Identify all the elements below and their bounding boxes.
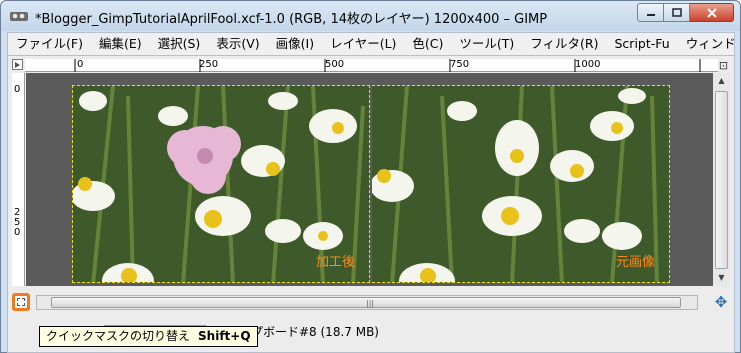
gimp-image-window: *Blogger_GimpTutorialAprilFool.xcf-1.0 (… <box>0 0 741 353</box>
edited-caption: 加工後 <box>315 255 355 270</box>
minimize-icon <box>646 13 655 16</box>
menu-script-fu[interactable]: Script-Fu <box>607 33 678 55</box>
tooltip-label: クイックマスクの切り替え <box>46 329 191 343</box>
close-button[interactable] <box>690 3 734 22</box>
edited-photo: 加工後 <box>72 85 370 283</box>
menu-view[interactable]: 表示(V) <box>208 33 267 55</box>
image-area: 0 250 500 750 1000 ⊡ 0 250 加工後 元画像 ▲ ▼ |… <box>7 56 735 321</box>
horizontal-ruler[interactable]: 0 250 500 750 1000 <box>25 59 718 72</box>
close-icon <box>706 7 717 18</box>
scroll-up-arrow-icon[interactable]: ▲ <box>713 73 730 89</box>
menu-windows[interactable]: ウィンドウ(W) <box>678 33 734 55</box>
ruler-tick-label: 250 <box>14 207 21 238</box>
menu-tools[interactable]: ツール(T) <box>451 33 522 55</box>
navigate-move-icon[interactable]: ✥ <box>712 293 730 311</box>
vertical-scroll-thumb[interactable] <box>715 91 728 269</box>
horizontal-scrollbar[interactable]: ||| <box>36 295 698 310</box>
vertical-scrollbar[interactable]: ▲ ▼ <box>713 73 730 286</box>
horizontal-scroll-row: ||| ✥ <box>12 293 732 313</box>
scroll-down-arrow-icon[interactable]: ▼ <box>713 270 730 286</box>
ruler-ticks <box>74 59 701 72</box>
menu-select[interactable]: 選択(S) <box>150 33 209 55</box>
quick-mask-tooltip: クイックマスクの切り替え Shift+Q <box>39 326 258 347</box>
menu-layer[interactable]: レイヤー(L) <box>322 33 404 55</box>
minimize-button[interactable] <box>637 3 664 22</box>
menu-image[interactable]: 画像(I) <box>268 33 322 55</box>
menu-bar: ファイル(F) 編集(E) 選択(S) 表示(V) 画像(I) レイヤー(L) … <box>7 32 735 56</box>
title-bar[interactable]: *Blogger_GimpTutorialAprilFool.xcf-1.0 (… <box>1 1 740 31</box>
vertical-ruler[interactable]: 0 250 <box>12 73 25 286</box>
ruler-tick-label: 0 <box>14 84 21 95</box>
menu-edit[interactable]: 編集(E) <box>91 33 150 55</box>
ruler-corner-menu-button[interactable] <box>12 59 23 70</box>
image-canvas[interactable]: 加工後 元画像 <box>26 73 718 286</box>
maximize-button[interactable] <box>664 3 690 22</box>
horizontal-scroll-thumb[interactable]: ||| <box>51 297 681 308</box>
menu-colors[interactable]: 色(C) <box>404 33 451 55</box>
tooltip-shortcut: Shift+Q <box>198 329 251 343</box>
menu-file[interactable]: ファイル(F) <box>8 33 91 55</box>
window-title: *Blogger_GimpTutorialAprilFool.xcf-1.0 (… <box>35 12 548 27</box>
quick-mask-icon <box>17 298 25 306</box>
original-caption: 元画像 <box>615 255 655 270</box>
quick-mask-toggle-button[interactable] <box>12 293 30 311</box>
gimp-app-icon <box>10 12 28 21</box>
scroll-grip-icon: ||| <box>366 299 375 308</box>
window-controls <box>637 3 734 23</box>
maximize-icon <box>671 8 682 17</box>
zoom-toggle-icon[interactable]: ⊡ <box>717 59 730 72</box>
original-photo: 元画像 <box>372 85 670 283</box>
menu-filters[interactable]: フィルタ(R) <box>522 33 606 55</box>
status-message: プボード#8 (18.7 MB) <box>251 325 379 339</box>
